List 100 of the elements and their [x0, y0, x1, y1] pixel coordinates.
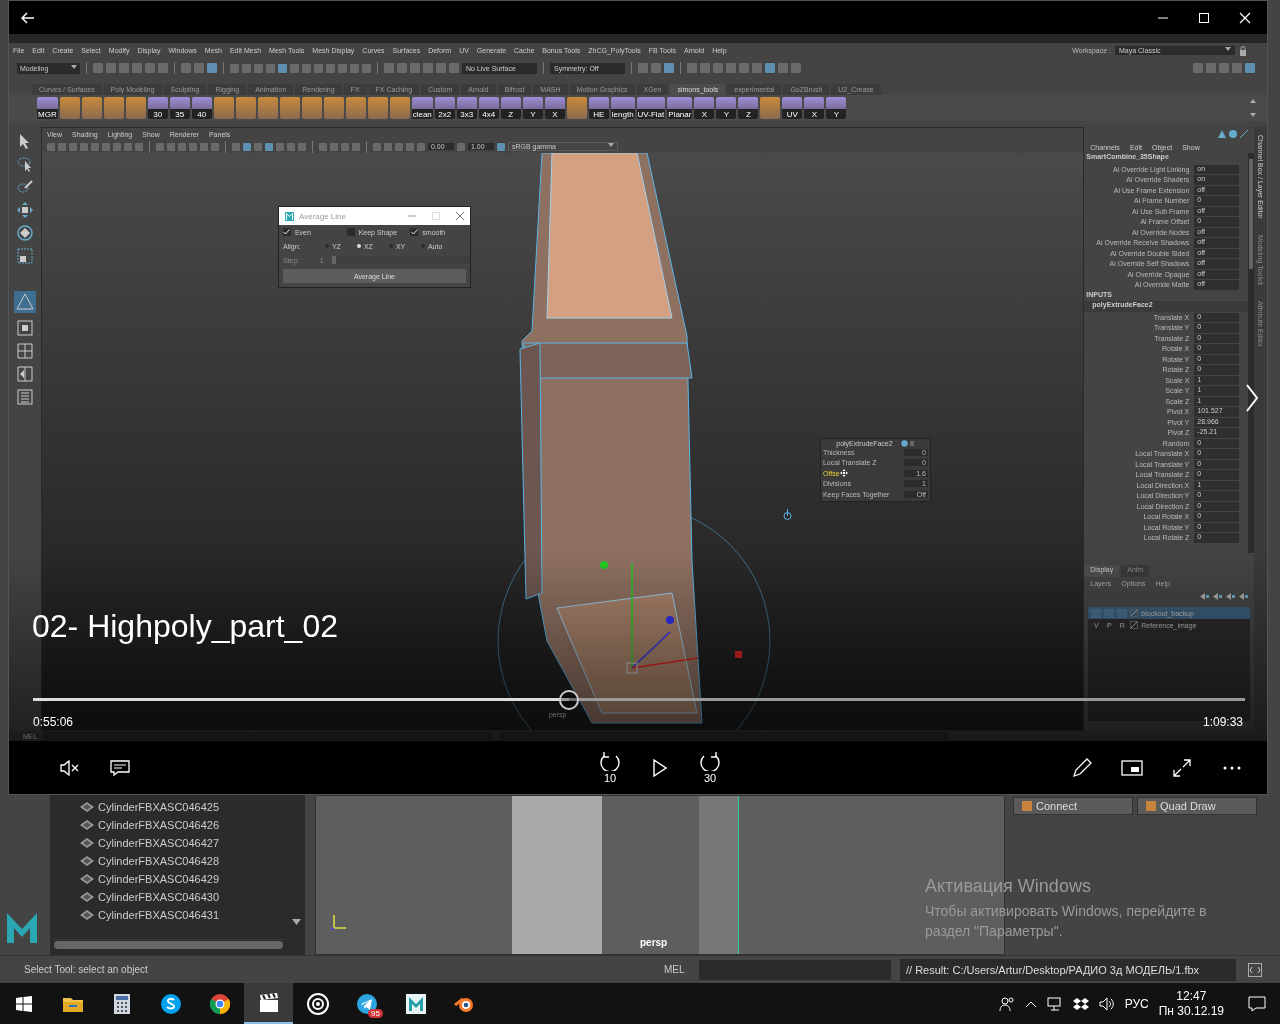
skip-forward-button[interactable]: 30	[685, 751, 735, 784]
shelf-button[interactable]	[323, 97, 344, 119]
shelf-button[interactable]	[103, 97, 124, 119]
command-language-label[interactable]: MEL	[664, 964, 699, 975]
last-tool-icon[interactable]	[13, 291, 36, 313]
shelf-button[interactable]: MGR	[37, 97, 58, 119]
shelf-button[interactable]: UV	[782, 97, 803, 119]
taskbar-app[interactable]: 95	[342, 983, 391, 1024]
shelf-button[interactable]	[566, 97, 587, 119]
play-icon	[653, 758, 667, 777]
outliner-item[interactable]: CylinderFBXASC046429	[98, 873, 220, 885]
scroll-down-icon[interactable]	[292, 919, 301, 925]
shelf-button[interactable]	[301, 97, 322, 119]
windows-start-icon[interactable]	[16, 995, 32, 1012]
shelf-button[interactable]: X	[544, 97, 565, 119]
shelf-button[interactable]	[59, 97, 80, 119]
four-view-icon[interactable]	[16, 343, 33, 359]
dropdown-arrow-icon[interactable]	[71, 64, 77, 69]
shelf-button[interactable]: 40	[191, 97, 212, 119]
settings-icon[interactable]	[900, 440, 915, 447]
layer-action-icon[interactable]	[1200, 592, 1210, 600]
shelf-button[interactable]: 35	[169, 97, 190, 119]
shelf-button[interactable]: length	[610, 97, 635, 119]
shelf-button[interactable]: HE	[588, 97, 609, 119]
chevron-up-icon[interactable]	[1024, 999, 1037, 1008]
outliner-item[interactable]: CylinderFBXASC046427	[98, 837, 220, 849]
layer-action-icon[interactable]	[1239, 592, 1249, 600]
command-field[interactable]	[699, 959, 891, 980]
script-editor-icon[interactable]	[1248, 962, 1262, 977]
shelf-button[interactable]: Y	[716, 97, 737, 119]
radio-button[interactable]	[356, 244, 361, 248]
outliner-item[interactable]: CylinderFBXASC046425	[98, 801, 220, 813]
shelf-button[interactable]	[367, 97, 388, 119]
command-field[interactable]	[43, 732, 494, 740]
next-chevron-icon[interactable]	[1245, 384, 1259, 412]
seek-handle[interactable]	[558, 690, 579, 710]
shelf-button[interactable]: 30	[147, 97, 168, 119]
clock-time[interactable]: 12:47	[1176, 988, 1207, 1004]
shelf-button[interactable]	[235, 97, 256, 119]
language-indicator[interactable]: РУС	[1124, 996, 1149, 1011]
shelf-button[interactable]	[213, 97, 234, 119]
single-view-icon[interactable]	[16, 320, 33, 336]
toolbar-icon[interactable]	[496, 142, 505, 151]
pivot-icon[interactable]	[782, 509, 792, 521]
lasso-tool-icon[interactable]	[16, 156, 33, 172]
shelf-button[interactable]	[257, 97, 278, 119]
notifications-icon[interactable]	[1248, 995, 1266, 1012]
paint-select-icon[interactable]	[16, 179, 33, 195]
taskbar-app[interactable]	[244, 983, 293, 1024]
shelf-button[interactable]	[389, 97, 410, 119]
shelf-button[interactable]	[125, 97, 146, 119]
toolkit-button[interactable]: Quad Draw	[1137, 797, 1257, 815]
move-tool-icon[interactable]	[16, 202, 33, 218]
dropbox-icon[interactable]	[1072, 996, 1089, 1011]
shelf-button[interactable]: 4x4	[478, 97, 499, 119]
shelf-button[interactable]: Y	[826, 97, 847, 119]
shelf-button[interactable]	[760, 97, 781, 119]
skip-back-button[interactable]: 10	[585, 751, 635, 784]
shelf-button[interactable]: X	[694, 97, 715, 119]
clock-date[interactable]: Пн 30.12.19	[1158, 1003, 1224, 1019]
rotate-tool-icon[interactable]	[16, 225, 33, 241]
outliner-item[interactable]: CylinderFBXASC046430	[98, 891, 220, 903]
outliner-item[interactable]: CylinderFBXASC046428	[98, 855, 220, 867]
dropdown-arrow-icon[interactable]	[607, 143, 614, 147]
layer-action-icon[interactable]	[1226, 592, 1236, 600]
shelf-button[interactable]: UV-Flat	[636, 97, 666, 119]
lock-icon[interactable]	[1239, 45, 1247, 56]
shelf-scroll-icon[interactable]	[1249, 98, 1257, 118]
maya-logo-icon[interactable]	[5, 911, 39, 945]
select-tool-icon[interactable]	[17, 133, 32, 149]
dialog-title: Average Line	[298, 211, 346, 221]
shelf-button[interactable]	[81, 97, 102, 119]
people-icon[interactable]	[998, 995, 1015, 1012]
shelf-button[interactable]: X	[804, 97, 825, 119]
checkbox[interactable]	[282, 228, 291, 236]
two-view-icon[interactable]	[16, 366, 33, 382]
shelf-button[interactable]: Planar	[667, 97, 693, 119]
shelf-button[interactable]	[279, 97, 300, 119]
dropdown-arrow-icon[interactable]	[1225, 47, 1231, 51]
horizontal-scrollbar[interactable]	[52, 939, 285, 949]
shelf-button[interactable]: 3x3	[456, 97, 477, 119]
vertical-scrollbar[interactable]	[1248, 153, 1255, 553]
toolkit-button[interactable]: Connect	[1013, 797, 1133, 815]
shelf-button[interactable]: Z	[500, 97, 521, 119]
shelf-button[interactable]: Y	[522, 97, 543, 119]
shelf-button[interactable]: Z	[738, 97, 759, 119]
outliner-view-icon[interactable]	[16, 389, 33, 405]
layer-action-icon[interactable]	[1213, 592, 1223, 600]
network-icon[interactable]	[1046, 996, 1063, 1011]
volume-icon[interactable]	[1098, 996, 1115, 1011]
toolbar-icon[interactable]	[456, 142, 465, 151]
checkbox[interactable]	[346, 228, 355, 236]
checkbox[interactable]	[410, 228, 419, 236]
outliner-item[interactable]: CylinderFBXASC046431	[98, 909, 220, 921]
shelf-button[interactable]: 2x2	[434, 97, 455, 119]
shelf-button[interactable]: clean	[411, 97, 433, 119]
back-arrow-icon[interactable]	[21, 11, 35, 24]
scale-tool-icon[interactable]	[16, 248, 33, 264]
outliner-item[interactable]: CylinderFBXASC046426	[98, 819, 220, 831]
shelf-button[interactable]	[345, 97, 366, 119]
